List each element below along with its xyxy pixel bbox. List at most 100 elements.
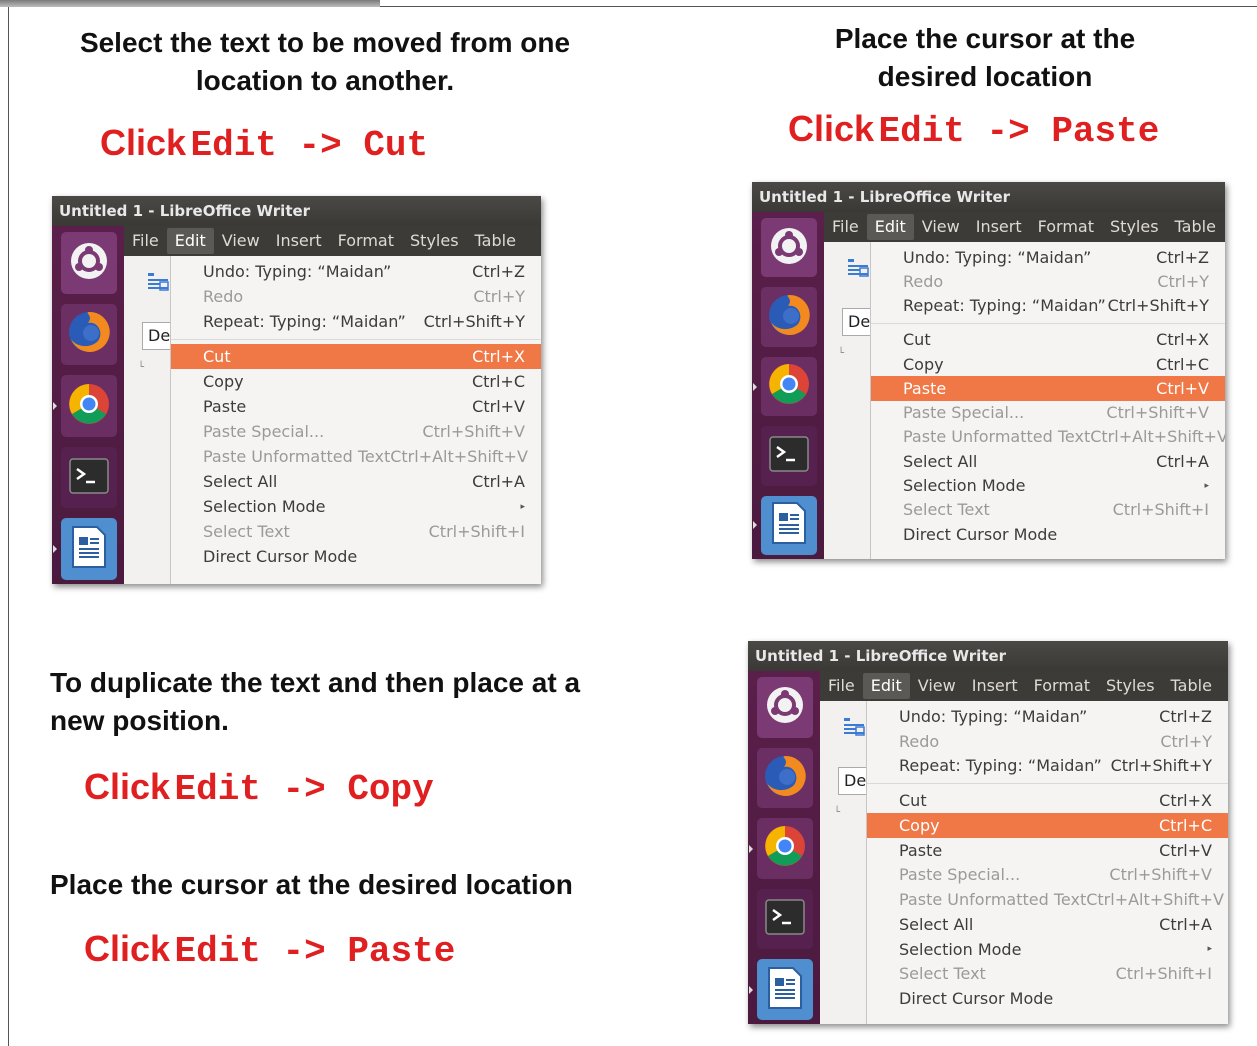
menu-item-label: Paste Unformatted Text bbox=[203, 447, 391, 466]
paragraph-style-field[interactable]: De bbox=[142, 322, 172, 350]
menu-item-select-text[interactable]: Select Text Ctrl+Shift+I bbox=[867, 962, 1228, 987]
menu-item-redo[interactable]: Redo Ctrl+Y bbox=[171, 284, 541, 309]
menu-format[interactable]: Format bbox=[1030, 214, 1102, 240]
command-paste-left: Click Edit -> Paste bbox=[84, 928, 455, 972]
menu-item-undo-typing-maidan[interactable]: Undo: Typing: “Maidan” Ctrl+Z bbox=[867, 704, 1228, 729]
window-title: Untitled 1 - LibreOffice Writer bbox=[52, 196, 541, 226]
menu-item-paste[interactable]: Paste Ctrl+V bbox=[871, 376, 1225, 401]
menu-item-shortcut: Ctrl+Y bbox=[1160, 731, 1212, 751]
menu-file[interactable]: File bbox=[824, 214, 867, 240]
libreoffice-writer-icon bbox=[766, 966, 804, 1014]
menu-item-label: Cut bbox=[903, 330, 931, 350]
menu-item-cut[interactable]: Cut Ctrl+X bbox=[867, 788, 1228, 813]
menu-item-label: Paste Special... bbox=[203, 422, 325, 441]
menu-item-paste-special[interactable]: Paste Special... Ctrl+Shift+V bbox=[171, 419, 541, 444]
menu-item-direct-cursor-mode[interactable]: Direct Cursor Mode bbox=[867, 986, 1228, 1011]
click-word: Click bbox=[100, 122, 187, 163]
menu-item-selection-mode[interactable]: Selection Mode ▸ bbox=[871, 473, 1225, 497]
paragraph-styles-icon[interactable] bbox=[146, 270, 170, 294]
chrome-icon bbox=[766, 361, 812, 411]
menu-insert[interactable]: Insert bbox=[268, 228, 330, 254]
menu-item-select-text[interactable]: Select Text Ctrl+Shift+I bbox=[171, 519, 541, 544]
menu-item-copy[interactable]: Copy Ctrl+C bbox=[871, 352, 1225, 376]
paragraph-styles-icon[interactable] bbox=[842, 715, 866, 739]
menu-edit[interactable]: Edit bbox=[166, 228, 214, 254]
menu-view[interactable]: View bbox=[910, 673, 964, 699]
firefox-launcher-button[interactable] bbox=[761, 287, 817, 347]
chrome-launcher-button[interactable] bbox=[61, 375, 117, 437]
menu-styles[interactable]: Styles bbox=[402, 228, 467, 254]
menu-item-copy[interactable]: Copy Ctrl+C bbox=[867, 812, 1228, 838]
menu-table[interactable]: Table bbox=[1163, 673, 1220, 699]
menu-format[interactable]: Format bbox=[1026, 673, 1098, 699]
menu-item-paste-special[interactable]: Paste Special... Ctrl+Shift+V bbox=[867, 863, 1228, 888]
chrome-launcher-button[interactable] bbox=[757, 818, 813, 879]
menu-item-paste-unformatted-text[interactable]: Paste Unformatted Text Ctrl+Alt+Shift+V bbox=[871, 425, 1225, 449]
chrome-launcher-button[interactable] bbox=[761, 356, 817, 417]
menu-item-shortcut: Ctrl+Alt+Shift+V bbox=[1086, 890, 1224, 910]
ubuntu-launcher-button[interactable] bbox=[61, 232, 117, 294]
paragraph-style-field[interactable]: De bbox=[838, 767, 868, 795]
menu-item-redo[interactable]: Redo Ctrl+Y bbox=[871, 269, 1225, 293]
firefox-launcher-button[interactable] bbox=[61, 303, 117, 366]
menu-item-shortcut: Ctrl+C bbox=[1158, 815, 1212, 835]
menu-styles[interactable]: Styles bbox=[1098, 673, 1163, 699]
terminal-launcher-button[interactable] bbox=[761, 426, 817, 486]
menu-item-undo-typing-maidan[interactable]: Undo: Typing: “Maidan” Ctrl+Z bbox=[171, 259, 541, 284]
click-word: Click bbox=[788, 108, 875, 149]
menu-item-cut[interactable]: Cut Ctrl+X bbox=[171, 344, 541, 369]
menu-item-select-text[interactable]: Select Text Ctrl+Shift+I bbox=[871, 498, 1225, 522]
menu-format[interactable]: Format bbox=[330, 228, 402, 254]
menu-item-repeat-typing-maidan[interactable]: Repeat: Typing: “Maidan” Ctrl+Shift+Y bbox=[171, 309, 541, 334]
menu-item-selection-mode[interactable]: Selection Mode ▸ bbox=[171, 494, 541, 519]
menubar: File Edit View Insert Format Styles Table bbox=[820, 671, 1228, 701]
menu-item-repeat-typing-maidan[interactable]: Repeat: Typing: “Maidan” Ctrl+Shift+Y bbox=[871, 294, 1225, 318]
libreoffice-writer-launcher-button[interactable] bbox=[61, 518, 117, 580]
menu-item-shortcut: Ctrl+Shift+I bbox=[428, 522, 525, 541]
libreoffice-writer-launcher-button[interactable] bbox=[761, 495, 817, 555]
firefox-icon bbox=[766, 292, 812, 342]
menu-view[interactable]: View bbox=[214, 228, 268, 254]
paragraph-style-field[interactable]: De bbox=[842, 308, 872, 336]
menu-item-select-all[interactable]: Select All Ctrl+A bbox=[171, 469, 541, 494]
menu-item-paste-unformatted-text[interactable]: Paste Unformatted Text Ctrl+Alt+Shift+V bbox=[171, 444, 541, 469]
menu-insert[interactable]: Insert bbox=[968, 214, 1030, 240]
menu-table[interactable]: Table bbox=[467, 228, 524, 254]
menu-item-direct-cursor-mode[interactable]: Direct Cursor Mode bbox=[871, 522, 1225, 546]
instruction-line: new position. bbox=[50, 705, 229, 736]
menu-styles[interactable]: Styles bbox=[1102, 214, 1167, 240]
terminal-launcher-button[interactable] bbox=[757, 888, 813, 950]
terminal-icon bbox=[769, 436, 809, 476]
menu-item-select-all[interactable]: Select All Ctrl+A bbox=[867, 912, 1228, 937]
menu-item-shortcut: Ctrl+X bbox=[1159, 791, 1212, 811]
menu-file[interactable]: File bbox=[124, 228, 167, 254]
menu-item-selection-mode[interactable]: Selection Mode ▸ bbox=[867, 937, 1228, 962]
menu-insert[interactable]: Insert bbox=[964, 673, 1026, 699]
menu-item-copy[interactable]: Copy Ctrl+C bbox=[171, 369, 541, 394]
launcher-running-indicator bbox=[753, 382, 757, 391]
menu-item-undo-typing-maidan[interactable]: Undo: Typing: “Maidan” Ctrl+Z bbox=[871, 245, 1225, 269]
menu-item-label: Paste bbox=[903, 378, 947, 398]
menu-item-select-all[interactable]: Select All Ctrl+A bbox=[871, 449, 1225, 473]
command-text: Edit -> Paste bbox=[174, 931, 456, 972]
menu-item-repeat-typing-maidan[interactable]: Repeat: Typing: “Maidan” Ctrl+Shift+Y bbox=[867, 754, 1228, 779]
menu-item-paste-special[interactable]: Paste Special... Ctrl+Shift+V bbox=[871, 401, 1225, 425]
firefox-launcher-button[interactable] bbox=[757, 747, 813, 809]
menu-view[interactable]: View bbox=[914, 214, 968, 240]
menu-item-paste[interactable]: Paste Ctrl+V bbox=[171, 394, 541, 419]
ubuntu-launcher-button[interactable] bbox=[761, 218, 817, 278]
ubuntu-launcher-button[interactable] bbox=[757, 677, 813, 738]
menu-item-paste[interactable]: Paste Ctrl+V bbox=[867, 838, 1228, 863]
terminal-launcher-button[interactable] bbox=[61, 446, 117, 509]
menu-item-redo[interactable]: Redo Ctrl+Y bbox=[867, 729, 1228, 754]
menu-item-direct-cursor-mode[interactable]: Direct Cursor Mode bbox=[171, 544, 541, 569]
menu-file[interactable]: File bbox=[820, 673, 863, 699]
menu-item-label: Undo: Typing: “Maidan” bbox=[203, 262, 392, 281]
menu-edit[interactable]: Edit bbox=[866, 214, 914, 240]
menu-edit[interactable]: Edit bbox=[862, 673, 910, 699]
menu-table[interactable]: Table bbox=[1167, 214, 1224, 240]
paragraph-styles-icon[interactable] bbox=[846, 256, 870, 280]
libreoffice-writer-launcher-button[interactable] bbox=[757, 959, 813, 1020]
menu-item-paste-unformatted-text[interactable]: Paste Unformatted Text Ctrl+Alt+Shift+V bbox=[867, 887, 1228, 912]
menu-item-cut[interactable]: Cut Ctrl+X bbox=[871, 328, 1225, 352]
